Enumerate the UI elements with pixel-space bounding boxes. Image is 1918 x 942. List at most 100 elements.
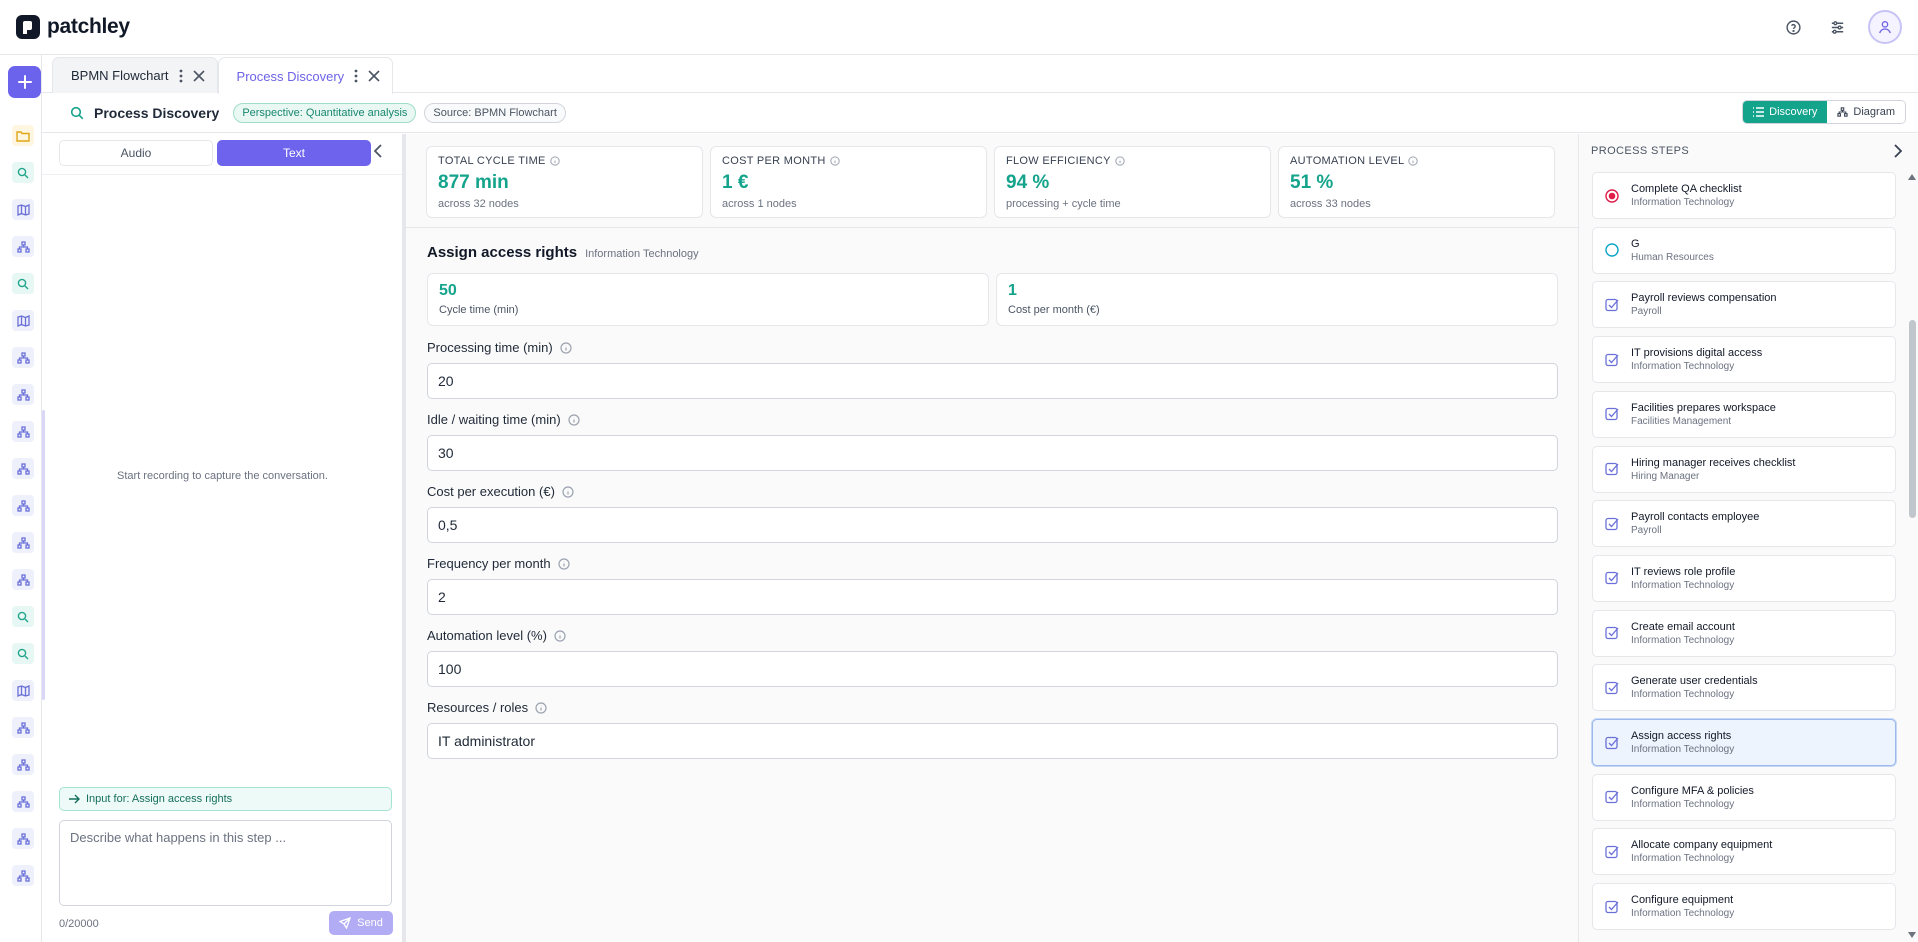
- help-icon[interactable]: [1780, 14, 1806, 40]
- info-icon[interactable]: [829, 156, 840, 166]
- process-step-item[interactable]: Allocate company equipment Information Te…: [1592, 828, 1896, 876]
- settings-sliders-icon[interactable]: [1824, 14, 1850, 40]
- flowchart-icon[interactable]: [12, 347, 34, 368]
- tab-bpmn-flowchart[interactable]: BPMN Flowchart: [52, 57, 218, 93]
- scroll-down-arrow[interactable]: [1908, 932, 1916, 938]
- resources-roles-field: Resources / roles IT administrator: [427, 700, 1558, 759]
- process-step-name: Assign access rights: [1631, 730, 1732, 742]
- process-step-item[interactable]: G Human Resources: [1592, 226, 1896, 274]
- process-step-item[interactable]: Payroll reviews compensation Payroll: [1592, 281, 1896, 329]
- process-step-item[interactable]: Generate user credentials Information Tec…: [1592, 664, 1896, 712]
- map-icon[interactable]: [12, 680, 34, 701]
- process-step-item[interactable]: Payroll contacts employee Payroll: [1592, 500, 1896, 548]
- process-step-item[interactable]: Create email account Information Technolo…: [1592, 609, 1896, 657]
- flowchart-icon[interactable]: [12, 421, 34, 442]
- flowchart-icon[interactable]: [12, 458, 34, 479]
- kpi-value: 877 min: [438, 172, 509, 193]
- task-check-icon: [1604, 789, 1620, 805]
- info-icon[interactable]: [554, 629, 566, 642]
- process-step-text: Assign access rights Information Technolo…: [1631, 730, 1734, 755]
- scrollbar-thumb[interactable]: [1909, 320, 1916, 518]
- process-step-item[interactable]: Facilities prepares workspace Facilities …: [1592, 390, 1896, 438]
- close-icon[interactable]: [368, 70, 380, 82]
- audio-mode-button[interactable]: Audio: [59, 140, 213, 166]
- process-step-item[interactable]: Hiring manager receives checklist Hiring …: [1592, 445, 1896, 493]
- info-icon[interactable]: [1408, 156, 1419, 166]
- process-step-item[interactable]: Configure MFA & policies Information Tech…: [1592, 773, 1896, 821]
- chevron-right-icon[interactable]: [1893, 144, 1902, 158]
- input-target-label: Input for: Assign access rights: [86, 793, 233, 805]
- processing-time-input[interactable]: 20: [427, 363, 1558, 399]
- step-cycle-time: 50 Cycle time (min): [427, 273, 989, 326]
- flowchart-icon[interactable]: [12, 754, 34, 775]
- process-step-text: Payroll reviews compensation Payroll: [1631, 292, 1777, 317]
- more-vertical-icon[interactable]: [179, 69, 183, 83]
- flowchart-icon[interactable]: [12, 865, 34, 886]
- more-vertical-icon[interactable]: [354, 69, 358, 83]
- diagram-view-button[interactable]: Diagram: [1827, 101, 1905, 123]
- kpi-flow-efficiency: FLOW EFFICIENCY 94 % processing + cycle …: [994, 146, 1271, 218]
- discovery-view-button[interactable]: Discovery: [1743, 101, 1828, 123]
- process-step-name: IT provisions digital access: [1631, 347, 1763, 360]
- info-icon[interactable]: [557, 557, 570, 570]
- process-step-item[interactable]: IT reviews role profile Information Techn…: [1592, 554, 1896, 602]
- step-description-input[interactable]: [59, 820, 392, 906]
- idle-time-input[interactable]: 30: [427, 435, 1558, 471]
- close-icon[interactable]: [192, 69, 205, 82]
- search-icon[interactable]: [12, 606, 34, 627]
- logo[interactable]: patchley: [15, 14, 130, 40]
- task-check-icon: [1604, 844, 1620, 860]
- map-icon[interactable]: [12, 310, 34, 331]
- text-mode-button[interactable]: Text: [217, 140, 371, 166]
- search-icon[interactable]: [12, 162, 34, 183]
- process-step-name: Complete QA checklist: [1631, 183, 1742, 195]
- flowchart-icon[interactable]: [12, 828, 34, 849]
- kpi-label: COST PER MONTH: [722, 155, 826, 167]
- folder-icon[interactable]: [12, 125, 34, 146]
- flowchart-icon[interactable]: [12, 236, 34, 257]
- search-icon[interactable]: [12, 273, 34, 294]
- process-step-department: Information Technology: [1631, 197, 1735, 208]
- flowchart-icon[interactable]: [12, 384, 34, 405]
- flowchart-icon[interactable]: [12, 495, 34, 516]
- flowchart-icon[interactable]: [12, 791, 34, 812]
- resources-roles-input[interactable]: IT administrator: [427, 723, 1558, 759]
- process-steps-heading: PROCESS STEPS: [1591, 145, 1690, 157]
- process-step-name: Allocate company equipment: [1631, 839, 1773, 852]
- process-step-text: Complete QA checklist Information Technol…: [1631, 183, 1742, 208]
- automation-level-input[interactable]: 100: [427, 651, 1558, 687]
- flowchart-icon[interactable]: [12, 532, 34, 553]
- send-button[interactable]: Send: [329, 911, 393, 935]
- info-icon[interactable]: [550, 156, 560, 166]
- kpi-subtext: across 33 nodes: [1290, 198, 1371, 210]
- info-icon[interactable]: [1115, 156, 1125, 166]
- frequency-input[interactable]: 2: [427, 579, 1558, 615]
- step-department: Information Technology: [585, 248, 699, 260]
- process-step-item[interactable]: Configure equipment Information Technolog…: [1592, 883, 1896, 931]
- process-step-item[interactable]: IT provisions digital access Information …: [1592, 336, 1896, 384]
- flowchart-icon[interactable]: [12, 717, 34, 738]
- process-step-item[interactable]: Complete QA checklist Information Technol…: [1592, 172, 1896, 219]
- map-icon[interactable]: [12, 199, 34, 220]
- process-step-name: Configure MFA & policies: [1631, 784, 1754, 797]
- info-icon[interactable]: [535, 701, 547, 714]
- scroll-up-arrow[interactable]: [1908, 174, 1916, 180]
- search-icon[interactable]: [12, 643, 34, 664]
- chevron-left-icon[interactable]: [374, 144, 383, 158]
- process-step-name: Configure equipment: [1631, 894, 1734, 907]
- character-count: 0/20000: [59, 918, 99, 930]
- process-step-name: Generate user credentials: [1631, 675, 1758, 688]
- process-step-item[interactable]: Assign access rights Information Technolo…: [1592, 719, 1896, 766]
- process-step-department: Human Resources: [1631, 251, 1714, 263]
- tab-label: BPMN Flowchart: [71, 68, 169, 83]
- info-icon[interactable]: [568, 413, 580, 426]
- info-icon[interactable]: [560, 341, 572, 354]
- kpi-subtext: processing + cycle time: [1006, 198, 1121, 210]
- tab-process-discovery[interactable]: Process Discovery: [217, 57, 394, 94]
- cost-per-execution-field: Cost per execution (€) 0,5: [427, 484, 1558, 543]
- flowchart-icon[interactable]: [12, 569, 34, 590]
- add-button[interactable]: [8, 66, 41, 98]
- cost-per-execution-input[interactable]: 0,5: [427, 507, 1558, 543]
- user-avatar[interactable]: [1868, 10, 1902, 44]
- info-icon[interactable]: [562, 485, 574, 498]
